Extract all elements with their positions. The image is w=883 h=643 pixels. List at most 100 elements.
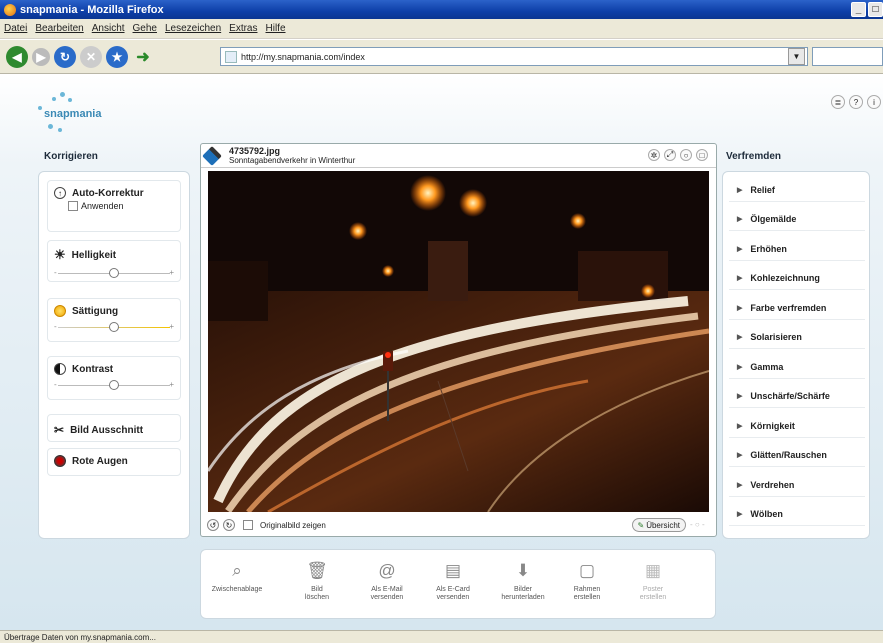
- image-footer: ↺ ↻ Originalbild zeigen ✎ Übersicht - ○ …: [201, 514, 716, 536]
- arrow-right-icon: ▶: [737, 304, 743, 312]
- close-image-icon[interactable]: □: [696, 149, 708, 161]
- arrow-right-icon: ▶: [737, 333, 743, 341]
- reload-icon[interactable]: ↻: [54, 45, 76, 68]
- stop-icon[interactable]: ✕: [80, 45, 102, 68]
- action-label: Zwischenablage: [211, 586, 263, 593]
- action-label: versenden: [370, 594, 404, 601]
- helligkeit-label: Helligkeit: [71, 249, 117, 261]
- minimize-button[interactable]: _: [851, 2, 866, 17]
- settings-gear-icon[interactable]: ✲: [648, 149, 660, 161]
- menu-extras[interactable]: Extras: [229, 23, 257, 34]
- saettigung-label: Sättigung: [72, 305, 119, 317]
- forward-icon[interactable]: ▶: [32, 47, 50, 66]
- rote-augen-label: Rote Augen: [72, 455, 128, 467]
- action-label: versenden: [436, 594, 470, 601]
- edit-pen-icon[interactable]: [202, 145, 222, 166]
- slider-knob[interactable]: [109, 268, 119, 278]
- zoom-icon[interactable]: ○: [680, 149, 692, 161]
- go-arrow-icon[interactable]: ➜: [132, 46, 154, 68]
- effect-oelgemaelde[interactable]: ▶ Ölgemälde: [729, 207, 865, 231]
- help-icon[interactable]: ?: [849, 95, 863, 109]
- page-icon: [225, 50, 237, 63]
- image-filename: 4735792.jpg: [229, 146, 281, 156]
- effect-gamma[interactable]: ▶ Gamma: [729, 355, 865, 379]
- red-eye-icon: [54, 455, 66, 467]
- rahmen-button[interactable]: ▢ Rahmen erstellen: [557, 556, 617, 602]
- effect-label: Verdrehen: [750, 479, 795, 490]
- menu-hilfe[interactable]: Hilfe: [266, 23, 286, 34]
- verfremden-heading: Verfremden: [726, 151, 782, 162]
- effect-farbe-verfremden[interactable]: ▶ Farbe verfremden: [729, 296, 865, 320]
- slider-knob[interactable]: [109, 322, 119, 332]
- ecard-button[interactable]: ▤ Als E-Card versenden: [423, 556, 483, 602]
- arrow-right-icon: ▶: [737, 392, 743, 400]
- rote-augen-button[interactable]: Rote Augen: [47, 448, 181, 476]
- menu-datei[interactable]: Datei: [4, 23, 27, 34]
- effect-glaetten[interactable]: ▶ Glätten/Rauschen: [729, 443, 865, 467]
- frame-icon: ▢: [578, 561, 596, 580]
- effect-label: Gamma: [750, 361, 784, 372]
- kontrast-slider[interactable]: - +: [54, 379, 174, 393]
- list-icon[interactable]: ≣: [831, 95, 845, 109]
- effect-erhoehen[interactable]: ▶ Erhöhen: [729, 237, 865, 261]
- window-titlebar: snapmania - Mozilla Firefox _ □: [0, 0, 883, 19]
- effect-relief[interactable]: ▶ Relief: [729, 178, 865, 202]
- fullscreen-icon[interactable]: ⤢: [664, 149, 676, 161]
- effect-koernigkeit[interactable]: ▶ Körnigkeit: [729, 414, 865, 438]
- zwischenablage-button[interactable]: ⌕ Zwischenablage: [207, 556, 267, 594]
- helligkeit-slider[interactable]: - +: [54, 267, 174, 281]
- email-button[interactable]: @ Als E-Mail versenden: [357, 556, 417, 602]
- back-icon[interactable]: ◀: [6, 45, 28, 68]
- ubersicht-label: Übersicht: [646, 520, 680, 530]
- effect-label: Wölben: [750, 508, 783, 519]
- slider-plus-icon: +: [169, 380, 174, 389]
- home-icon[interactable]: ★: [106, 45, 128, 68]
- email-icon: @: [378, 561, 396, 580]
- originalbild-checkbox[interactable]: [243, 520, 253, 530]
- helligkeit-section: ☀ Helligkeit - +: [47, 240, 181, 282]
- effect-label: Unschärfe/Schärfe: [750, 390, 830, 401]
- snapmania-logo[interactable]: snapmania: [30, 90, 110, 140]
- auto-korrektur-title[interactable]: ↑ Auto-Korrektur: [48, 181, 180, 201]
- menu-ansicht[interactable]: Ansicht: [92, 23, 125, 34]
- effect-solarisieren[interactable]: ▶ Solarisieren: [729, 325, 865, 349]
- menu-bearbeiten[interactable]: Bearbeiten: [35, 23, 83, 34]
- search-input[interactable]: [812, 47, 883, 66]
- poster-icon: ▦: [644, 561, 662, 580]
- url-bar[interactable]: http://my.snapmania.com/index: [220, 47, 808, 66]
- effect-label: Kohlezeichnung: [750, 272, 820, 283]
- anwenden-checkbox[interactable]: [68, 201, 78, 211]
- clipboard-icon: ⌕: [232, 561, 242, 580]
- status-bar: Übertrage Daten von my.snapmania.com...: [0, 630, 883, 643]
- url-dropdown-icon[interactable]: ▼: [788, 48, 805, 65]
- night-traffic-photo: [208, 171, 709, 512]
- window-controls: _ □: [851, 2, 883, 17]
- zoom-slider-icon[interactable]: - ○ -: [690, 520, 710, 529]
- poster-button[interactable]: ▦ Poster erstellen: [623, 556, 683, 602]
- ecard-icon: ▤: [444, 561, 462, 580]
- download-button[interactable]: ⬇ Bilder herunterladen: [493, 556, 553, 602]
- effect-label: Farbe verfremden: [750, 302, 827, 313]
- action-label: herunterladen: [501, 594, 545, 601]
- rotate-left-icon[interactable]: ↺: [207, 519, 219, 531]
- menu-lesezeichen[interactable]: Lesezeichen: [165, 23, 221, 34]
- photo-preview[interactable]: [208, 171, 709, 512]
- slider-knob[interactable]: [109, 380, 119, 390]
- kontrast-label: Kontrast: [72, 363, 114, 375]
- effect-unschaerfe[interactable]: ▶ Unschärfe/Schärfe: [729, 384, 865, 408]
- effect-verdrehen[interactable]: ▶ Verdrehen: [729, 473, 865, 497]
- bild-loeschen-button[interactable]: 🗑 Bild löschen: [287, 556, 347, 602]
- image-header-icons: ✲ ⤢ ○ □: [648, 149, 708, 161]
- saettigung-slider[interactable]: - +: [54, 321, 174, 335]
- ubersicht-button[interactable]: ✎ Übersicht: [631, 518, 686, 532]
- download-icon: ⬇: [515, 561, 531, 580]
- bild-ausschnitt-button[interactable]: ✂ Bild Ausschnitt: [47, 414, 181, 442]
- info-icon[interactable]: i: [867, 95, 881, 109]
- action-label: Bilder: [514, 586, 532, 593]
- maximize-button[interactable]: □: [868, 2, 883, 17]
- effect-woelben[interactable]: ▶ Wölben: [729, 502, 865, 526]
- effect-kohlezeichnung[interactable]: ▶ Kohlezeichnung: [729, 266, 865, 290]
- menu-gehe[interactable]: Gehe: [133, 23, 157, 34]
- overview-icon: ✎: [637, 520, 645, 530]
- rotate-right-icon[interactable]: ↻: [223, 519, 235, 531]
